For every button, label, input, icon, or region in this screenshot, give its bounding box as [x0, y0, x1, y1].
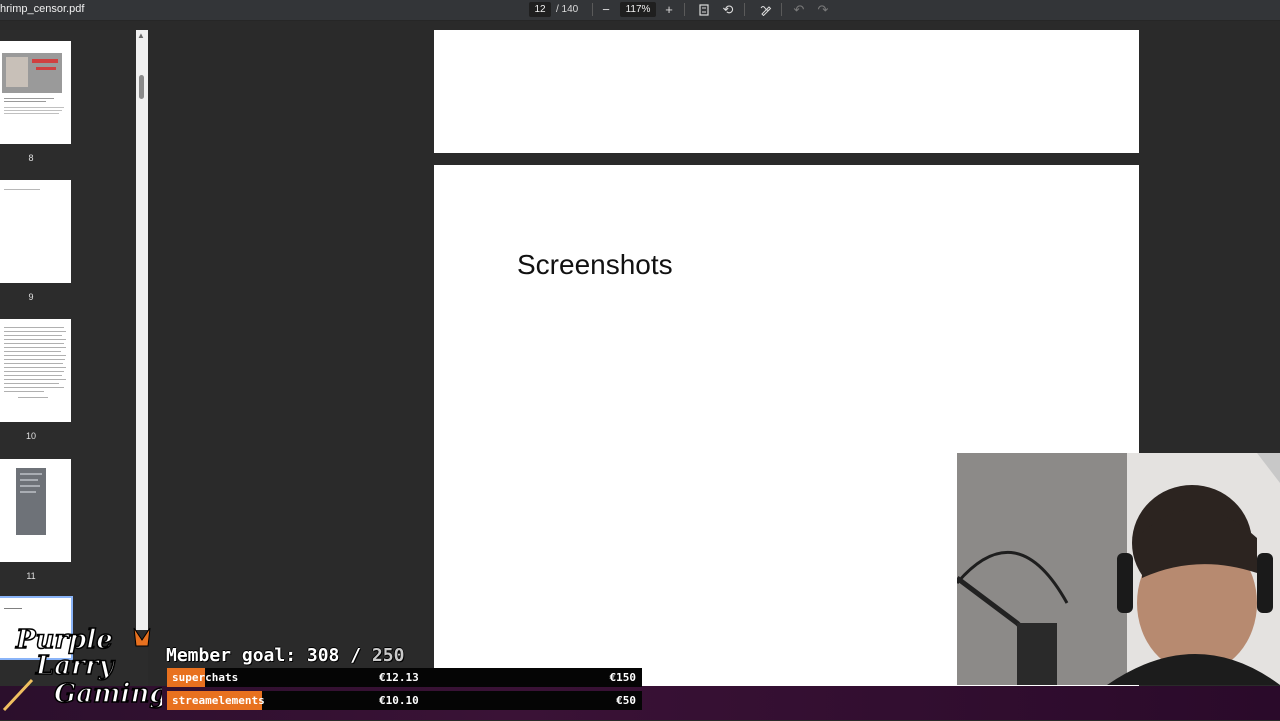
member-goal-text: Member goal: 308 / 250: [166, 645, 404, 666]
page-total: / 140: [556, 4, 579, 15]
goal-current-amount: €12.13: [379, 671, 419, 684]
pdf-page-previous: [434, 30, 1139, 153]
webcam-feed: [957, 453, 1280, 685]
svg-text:Gaming: Gaming: [54, 679, 162, 709]
member-goal-label: Member goal: 308 /: [166, 645, 372, 666]
thumbnail-image: [2, 53, 62, 93]
goal-target-amount: €50: [616, 694, 636, 707]
annotate-icon: [760, 6, 772, 17]
rotate-button[interactable]: ⟲: [719, 1, 737, 18]
page-number-input[interactable]: 12: [529, 2, 551, 17]
goal-label: streamelements: [172, 694, 265, 707]
zoom-in-button[interactable]: +: [660, 1, 678, 18]
page-thumbnail[interactable]: [0, 319, 71, 422]
thumbnail-page-number: 9: [28, 292, 34, 302]
minus-icon: −: [602, 2, 610, 17]
undo-button[interactable]: ↶: [790, 1, 808, 18]
annotate-button[interactable]: [757, 1, 775, 18]
slide-title: Screenshots: [517, 249, 673, 280]
thumbnail-page-number: 8: [28, 153, 34, 163]
scroll-up-icon[interactable]: ▲: [137, 31, 145, 40]
fit-page-icon: [699, 4, 709, 16]
scrollbar-thumb[interactable]: [139, 75, 144, 99]
plus-icon: +: [665, 2, 673, 17]
goal-label: superchats: [172, 671, 239, 684]
page-thumbnail[interactable]: [0, 41, 71, 144]
channel-logo: Purple Larry Gaming: [2, 620, 168, 716]
webcam-image: [957, 453, 1280, 685]
toolbar-divider: [592, 3, 593, 16]
document-title: hrimp_censor.pdf: [0, 3, 85, 15]
sidebar-scrollbar[interactable]: ▲: [136, 30, 148, 630]
rotate-icon: ⟲: [722, 2, 734, 17]
goal-target-amount: €150: [609, 671, 637, 684]
zoom-input[interactable]: 117%: [620, 2, 656, 17]
toolbar-divider: [781, 3, 782, 16]
toolbar-divider: [744, 3, 745, 16]
streamelements-goal-bar: streamelements €10.10 €50: [167, 691, 642, 710]
redo-button[interactable]: ↷: [814, 1, 832, 18]
thumbnail-sidebar: 8 9 10 11: [0, 30, 148, 720]
undo-icon: ↶: [793, 2, 805, 17]
thumbnail-page-number: 11: [26, 571, 36, 581]
redo-icon: ↷: [817, 2, 829, 17]
superchats-goal-bar: superchats €12.13 €150: [167, 668, 642, 687]
zoom-out-button[interactable]: −: [597, 1, 615, 18]
pdf-toolbar: hrimp_censor.pdf 12 / 140 − 117% + ⟲ ↶ ↷: [0, 0, 1280, 21]
toolbar-divider: [684, 3, 685, 16]
thumbnail-page-number: 10: [25, 431, 36, 441]
fit-page-button[interactable]: [695, 1, 713, 18]
member-goal-target: 250: [371, 645, 405, 666]
svg-text:Larry: Larry: [35, 651, 116, 681]
page-thumbnail[interactable]: [0, 459, 71, 562]
page-thumbnail[interactable]: [0, 180, 71, 283]
goal-current-amount: €10.10: [379, 694, 419, 707]
thumbnail-image: [16, 468, 46, 535]
